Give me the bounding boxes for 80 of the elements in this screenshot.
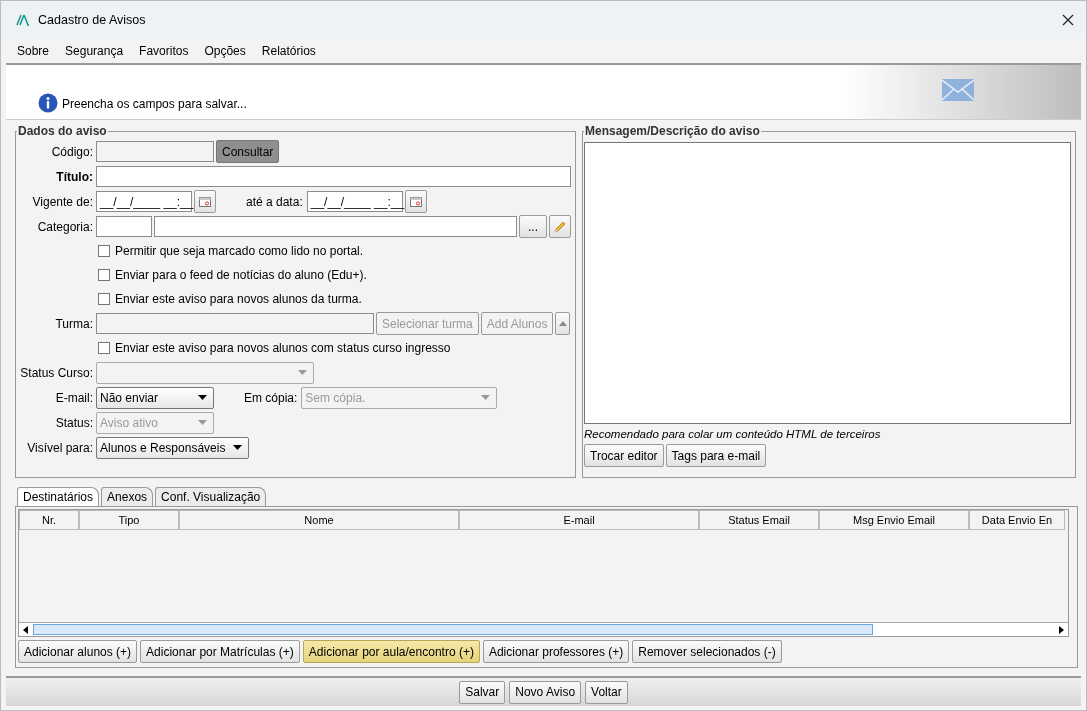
date-field[interactable]: __/__/____ __:__ [96,191,192,212]
title-field[interactable] [96,166,571,187]
field-label: Status: [54,415,94,430]
up-arrow-icon [558,321,567,326]
field-label: Código: [50,144,94,159]
field-label: Status Curso: [19,365,94,380]
calendar-icon [199,196,211,207]
tab[interactable]: Anexos [101,487,154,506]
footer-button[interactable]: Salvar [459,680,506,704]
calendar-icon [409,196,422,207]
calendar-button[interactable] [404,190,427,213]
pencil-icon [553,219,567,234]
hint-text: Recomendado para colar um conteúdo HTML de terceiros [584,428,882,440]
checkbox[interactable] [98,342,110,354]
checkbox-label: Enviar este aviso para novos alunos da turma. [115,292,362,306]
envelope-icon [942,79,974,101]
app-logo-icon [16,13,30,26]
action-button[interactable]: Adicionar por Matrículas (+) [140,640,300,663]
menu-item[interactable]: Opções [204,43,246,58]
calendar-button[interactable] [194,190,216,213]
column-header[interactable]: Nr. [19,510,79,530]
dropdown[interactable]: Não enviar [96,386,214,409]
column-header[interactable]: Msg Envio Email [819,510,969,530]
action-button[interactable]: Adicionar professores (+) [482,640,630,663]
action-button[interactable]: Adicionar alunos (+) [18,640,138,663]
action-button[interactable]: Adicionar por aula/encontro (+) [302,640,480,663]
left-arrow-icon [22,625,30,634]
checkbox-label: Permitir que seja marcado como lido no portal. [115,244,364,258]
tab[interactable]: Conf. Visualização [155,487,267,506]
menu-item[interactable]: Favoritos [139,43,189,58]
action-button[interactable]: Remover selecionados (-) [632,640,782,663]
checkbox-label: Enviar este aviso para novos alunos com status curso ingresso [115,341,451,355]
tab[interactable]: Destinatários [17,487,100,506]
editor-button[interactable]: Trocar editor [584,444,664,467]
code-field[interactable] [96,141,214,162]
dropdown-arrow-icon [298,370,307,375]
category-code-field[interactable] [96,216,152,237]
info-message: Preencha os campos para salvar... [62,97,247,111]
column-header[interactable]: Nome [179,510,459,530]
field-label: Categoria: [36,219,94,234]
panel-title: Dados do aviso [17,124,108,138]
checkbox[interactable] [98,269,110,281]
right-arrow-icon [1057,625,1065,634]
dropdown-arrow-icon [233,445,243,450]
column-header[interactable]: Tipo [79,510,179,530]
column-header[interactable]: E-mail [459,510,699,530]
field-label: até a data: [246,194,303,209]
checkbox-label: Enviar para o feed de notícias do aluno (Edu+). [115,268,367,282]
browse-button[interactable]: ... [519,215,547,238]
dropdown-arrow-icon [198,420,207,425]
edit-button[interactable] [549,215,571,238]
menu-item[interactable]: Sobre [17,43,50,58]
footer-button[interactable]: Voltar [585,680,628,704]
horizontal-scrollbar[interactable] [19,622,1068,636]
checkbox[interactable] [98,293,110,305]
field-label: Turma: [54,316,94,331]
consultar-button[interactable]: Consultar [216,140,280,163]
column-header[interactable]: Status Email [699,510,819,530]
category-name-field[interactable] [154,216,517,237]
editor-button[interactable]: Tags para e-mail [665,444,767,467]
panel-title: Mensagem/Descrição do aviso [584,124,761,138]
class-field[interactable] [96,313,374,334]
field-label: Título: [55,169,94,184]
field-label: Vigente de: [31,194,94,209]
info-icon [38,93,58,113]
footer-button[interactable]: Novo Aviso [509,680,582,704]
field-label: Em cópia: [244,390,298,405]
dropdown-arrow-icon [481,395,491,400]
window-title: Cadastro de Avisos [38,12,147,27]
scroll-up-button[interactable] [555,312,571,335]
field-label: Visível para: [26,440,94,455]
checkbox[interactable] [98,245,110,257]
field-label: E-mail: [54,390,94,405]
close-icon[interactable] [1062,13,1074,26]
menu-item[interactable]: Segurança [65,43,124,58]
dropdown[interactable]: Alunos e Responsáveis [96,436,250,459]
menu-item[interactable]: Relatórios [261,43,316,58]
date-field[interactable]: __/__/____ __:__ [306,191,403,212]
dropdown-arrow-icon [198,395,207,400]
column-header[interactable]: Data Envio En [969,510,1065,530]
